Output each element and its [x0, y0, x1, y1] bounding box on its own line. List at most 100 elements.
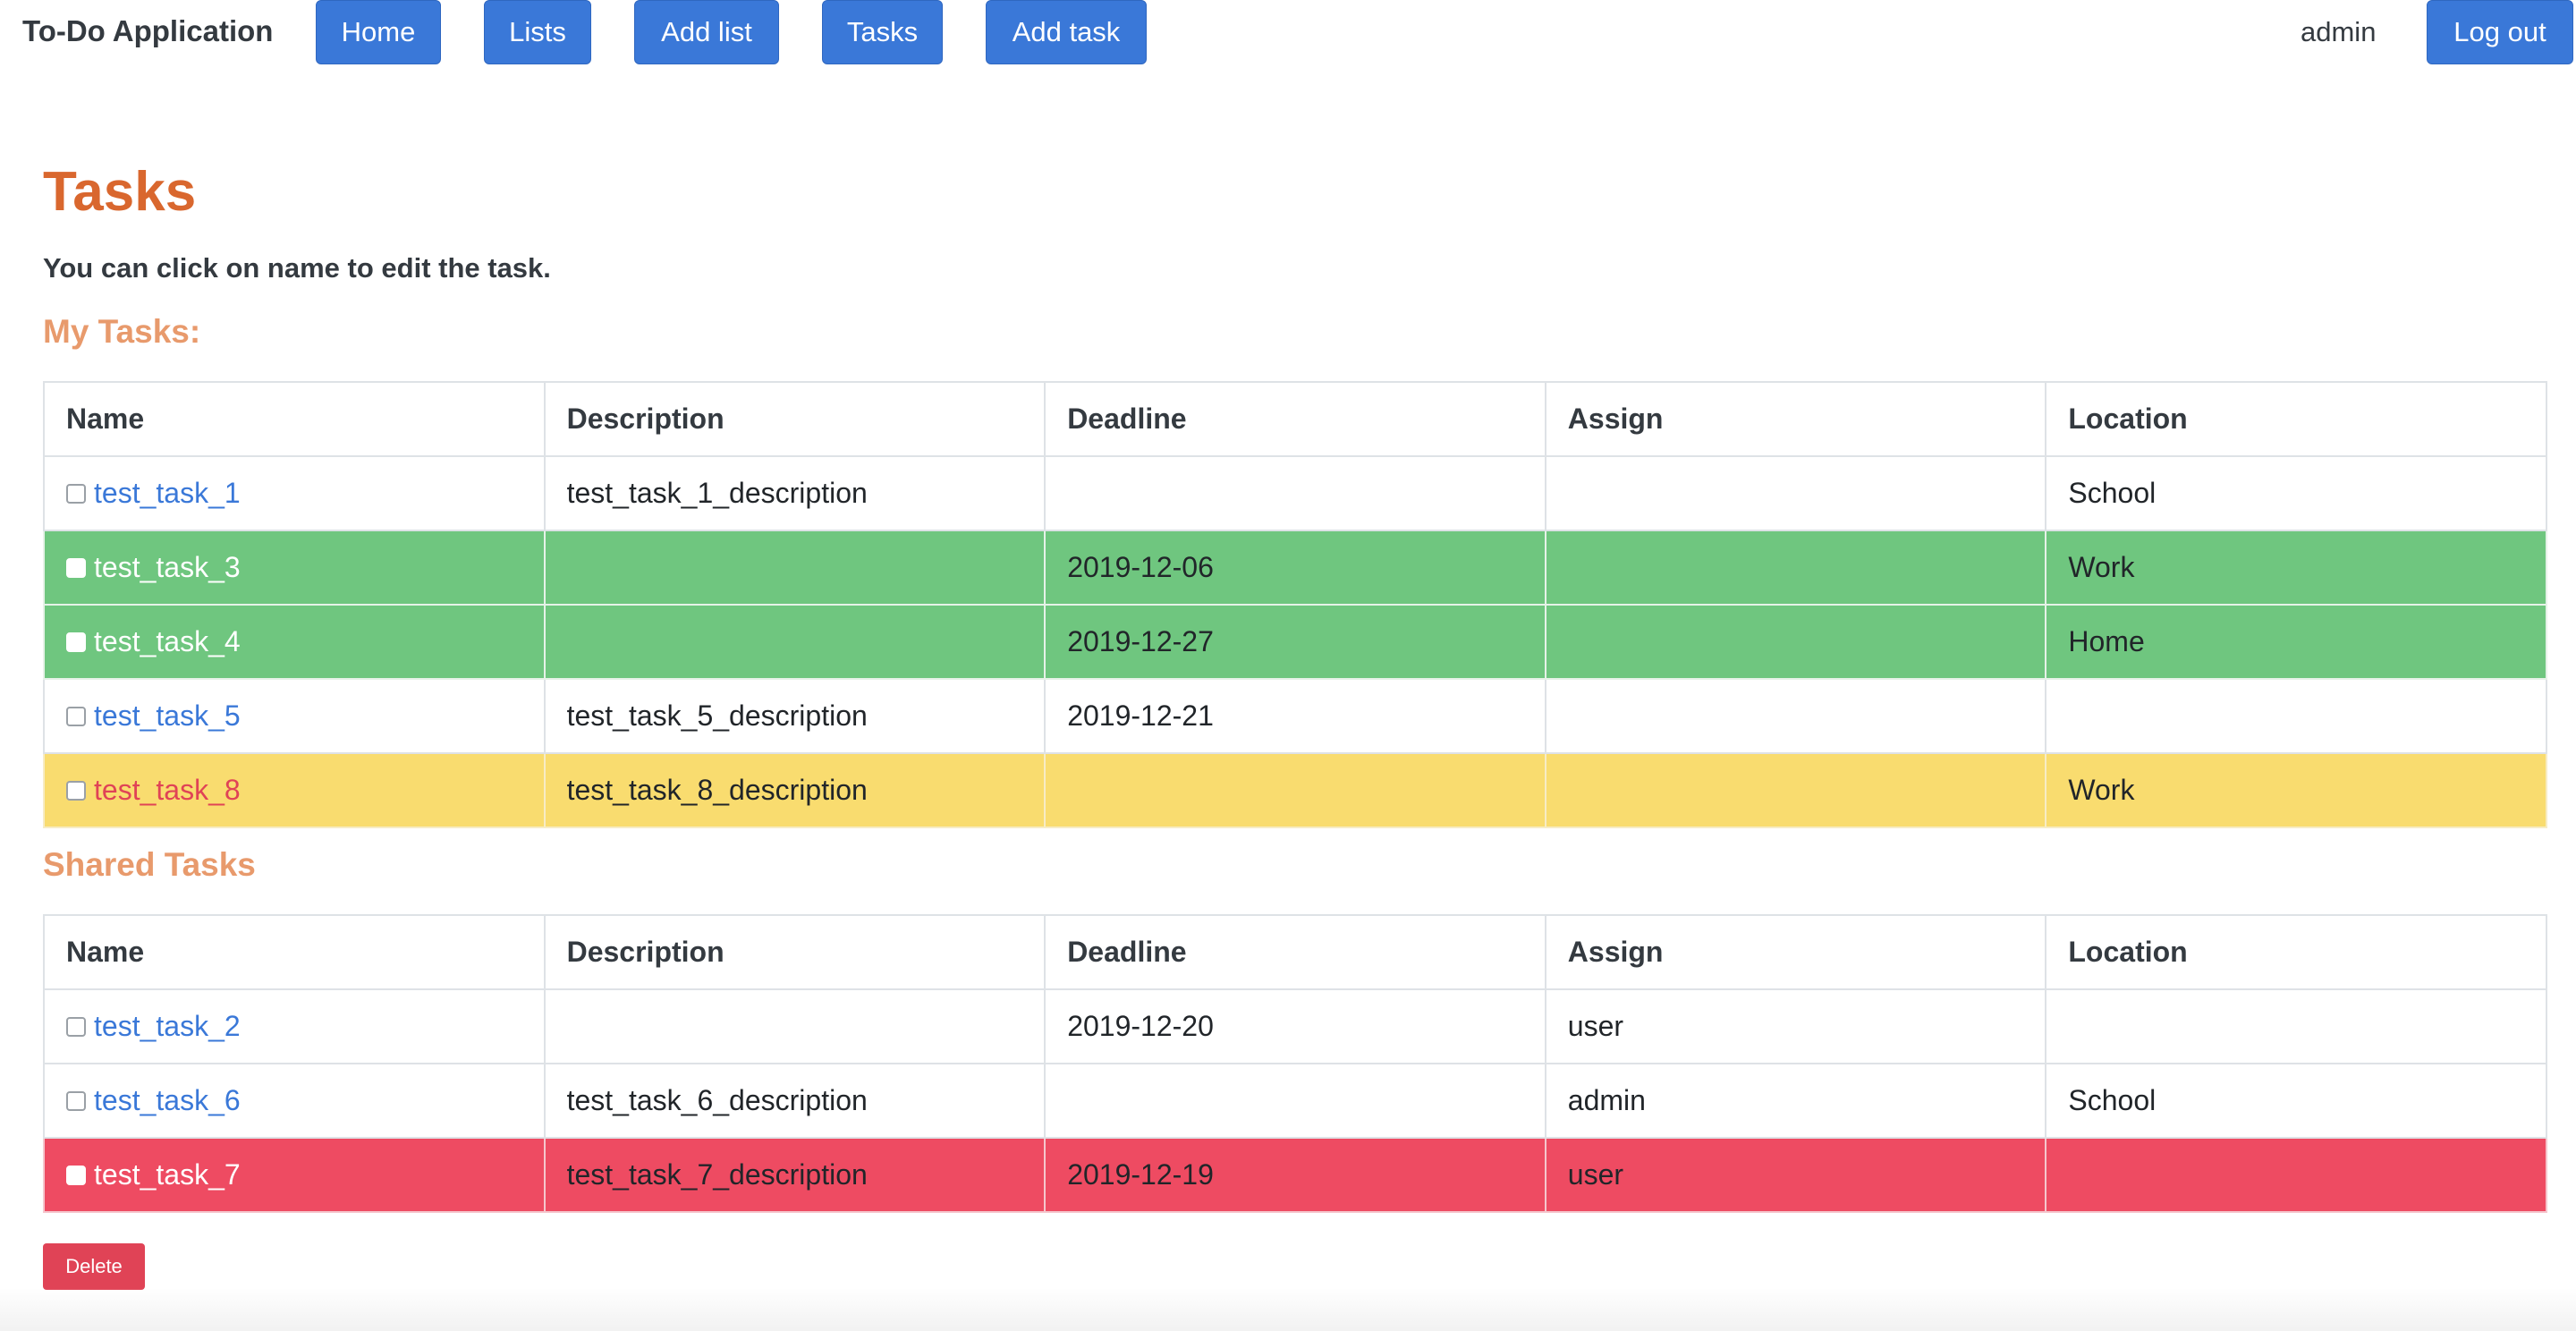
- cell-assign: user: [1544, 988, 2047, 1064]
- cell-assign: [1544, 455, 2047, 531]
- cell-location: Work: [2045, 530, 2547, 606]
- column-header-assign: Assign: [1544, 914, 2047, 990]
- column-header-deadline: Deadline: [1044, 381, 1546, 457]
- cell-name: test_task_2: [43, 988, 546, 1064]
- column-header-assign: Assign: [1544, 381, 2047, 457]
- cell-description: [543, 988, 1046, 1064]
- cell-description: test_task_6_description: [543, 1063, 1046, 1139]
- task-checkbox[interactable]: [66, 1090, 86, 1111]
- cell-name: test_task_7: [43, 1137, 546, 1213]
- cell-description: test_task_5_description: [543, 678, 1046, 754]
- cell-assign: [1544, 678, 2047, 754]
- main-content: Tasks You can click on name to edit the …: [43, 161, 2547, 1290]
- task-checkbox[interactable]: [66, 706, 86, 726]
- task-name-wrapper: test_task_7: [66, 1158, 522, 1191]
- nav-lists-button[interactable]: Lists: [484, 0, 591, 64]
- cell-assign: [1544, 604, 2047, 680]
- app-brand[interactable]: To-Do Application: [22, 14, 273, 48]
- task-checkbox[interactable]: [66, 780, 86, 801]
- cell-name: test_task_4: [43, 604, 546, 680]
- current-user: admin: [2301, 16, 2377, 47]
- cell-deadline: 2019-12-06: [1044, 530, 1546, 606]
- task-checkbox[interactable]: [66, 483, 86, 504]
- table-row: test_task_4 2019-12-27 Home: [43, 604, 2547, 680]
- edit-hint: You can click on name to edit the task.: [43, 252, 551, 284]
- cell-deadline: 2019-12-20: [1044, 988, 1546, 1064]
- table-row: test_task_8 test_task_8_description Work: [43, 752, 2547, 828]
- top-navbar: To-Do Application Home Lists Add list Ta…: [0, 0, 2576, 68]
- cell-deadline: [1044, 1063, 1546, 1139]
- table-row: test_task_6 test_task_6_description admin S…: [43, 1063, 2547, 1139]
- task-name-link[interactable]: test_task_3: [94, 551, 241, 584]
- cell-assign: user: [1544, 1137, 2047, 1213]
- task-name-wrapper: test_task_1: [66, 477, 522, 510]
- column-header-location: Location: [2045, 381, 2547, 457]
- cell-deadline: 2019-12-21: [1044, 678, 1546, 754]
- my-tasks-table: Name Description Deadline Assign Locatio…: [43, 381, 2547, 828]
- task-name-link[interactable]: test_task_2: [94, 1010, 241, 1043]
- task-name-link[interactable]: test_task_7: [94, 1158, 241, 1191]
- cell-location: [2045, 988, 2547, 1064]
- cell-assign: [1544, 530, 2047, 606]
- shared-tasks-title: Shared Tasks: [43, 846, 256, 883]
- task-name-link[interactable]: test_task_6: [94, 1084, 241, 1117]
- cell-location: Home: [2045, 604, 2547, 680]
- table-row: test_task_2 2019-12-20 user: [43, 988, 2547, 1064]
- task-name-wrapper: test_task_5: [66, 699, 522, 733]
- column-header-name: Name: [43, 914, 546, 990]
- cell-location: [2045, 1137, 2547, 1213]
- cell-location: Work: [2045, 752, 2547, 828]
- nav-tasks-button[interactable]: Tasks: [822, 0, 943, 64]
- task-name-wrapper: test_task_6: [66, 1084, 522, 1117]
- task-checkbox[interactable]: [66, 1016, 86, 1037]
- column-header-description: Description: [543, 914, 1046, 990]
- column-header-deadline: Deadline: [1044, 914, 1546, 990]
- task-name-link[interactable]: test_task_1: [94, 477, 241, 510]
- cell-deadline: [1044, 752, 1546, 828]
- task-checkbox[interactable]: [66, 632, 86, 652]
- nav-add-list-button[interactable]: Add list: [634, 0, 779, 64]
- cell-location: School: [2045, 455, 2547, 531]
- task-checkbox[interactable]: [66, 1165, 86, 1185]
- shared-tasks-table: Name Description Deadline Assign Locatio…: [43, 914, 2547, 1213]
- table-row: test_task_5 test_task_5_description 2019-1…: [43, 678, 2547, 754]
- task-name-wrapper: test_task_4: [66, 625, 522, 658]
- bottom-fade: [0, 1288, 2576, 1331]
- delete-button[interactable]: Delete: [43, 1243, 145, 1290]
- cell-name: test_task_6: [43, 1063, 546, 1139]
- cell-deadline: 2019-12-19: [1044, 1137, 1546, 1213]
- cell-assign: [1544, 752, 2047, 828]
- cell-description: [543, 604, 1046, 680]
- table-header-row: Name Description Deadline Assign Locatio…: [43, 381, 2547, 457]
- task-name-link[interactable]: test_task_8: [94, 774, 241, 807]
- nav-home-button[interactable]: Home: [316, 0, 441, 64]
- logout-button[interactable]: Log out: [2427, 0, 2573, 64]
- task-name-link[interactable]: test_task_5: [94, 699, 241, 733]
- task-name-link[interactable]: test_task_4: [94, 625, 241, 658]
- task-name-wrapper: test_task_3: [66, 551, 522, 584]
- cell-name: test_task_8: [43, 752, 546, 828]
- task-name-wrapper: test_task_8: [66, 774, 522, 807]
- column-header-location: Location: [2045, 914, 2547, 990]
- cell-description: [543, 530, 1046, 606]
- cell-description: test_task_8_description: [543, 752, 1046, 828]
- cell-deadline: [1044, 455, 1546, 531]
- column-header-description: Description: [543, 381, 1046, 457]
- cell-name: test_task_1: [43, 455, 546, 531]
- cell-deadline: 2019-12-27: [1044, 604, 1546, 680]
- task-checkbox[interactable]: [66, 557, 86, 578]
- table-row: test_task_7 test_task_7_description 2019-1…: [43, 1137, 2547, 1213]
- cell-description: test_task_7_description: [543, 1137, 1046, 1213]
- table-header-row: Name Description Deadline Assign Locatio…: [43, 914, 2547, 990]
- cell-name: test_task_5: [43, 678, 546, 754]
- cell-location: [2045, 678, 2547, 754]
- my-tasks-title: My Tasks:: [43, 313, 201, 350]
- nav-add-task-button[interactable]: Add task: [986, 0, 1147, 64]
- table-row: test_task_1 test_task_1_description School: [43, 455, 2547, 531]
- page-title: Tasks: [43, 161, 197, 223]
- cell-name: test_task_3: [43, 530, 546, 606]
- task-name-wrapper: test_task_2: [66, 1010, 522, 1043]
- cell-assign: admin: [1544, 1063, 2047, 1139]
- cell-description: test_task_1_description: [543, 455, 1046, 531]
- column-header-name: Name: [43, 381, 546, 457]
